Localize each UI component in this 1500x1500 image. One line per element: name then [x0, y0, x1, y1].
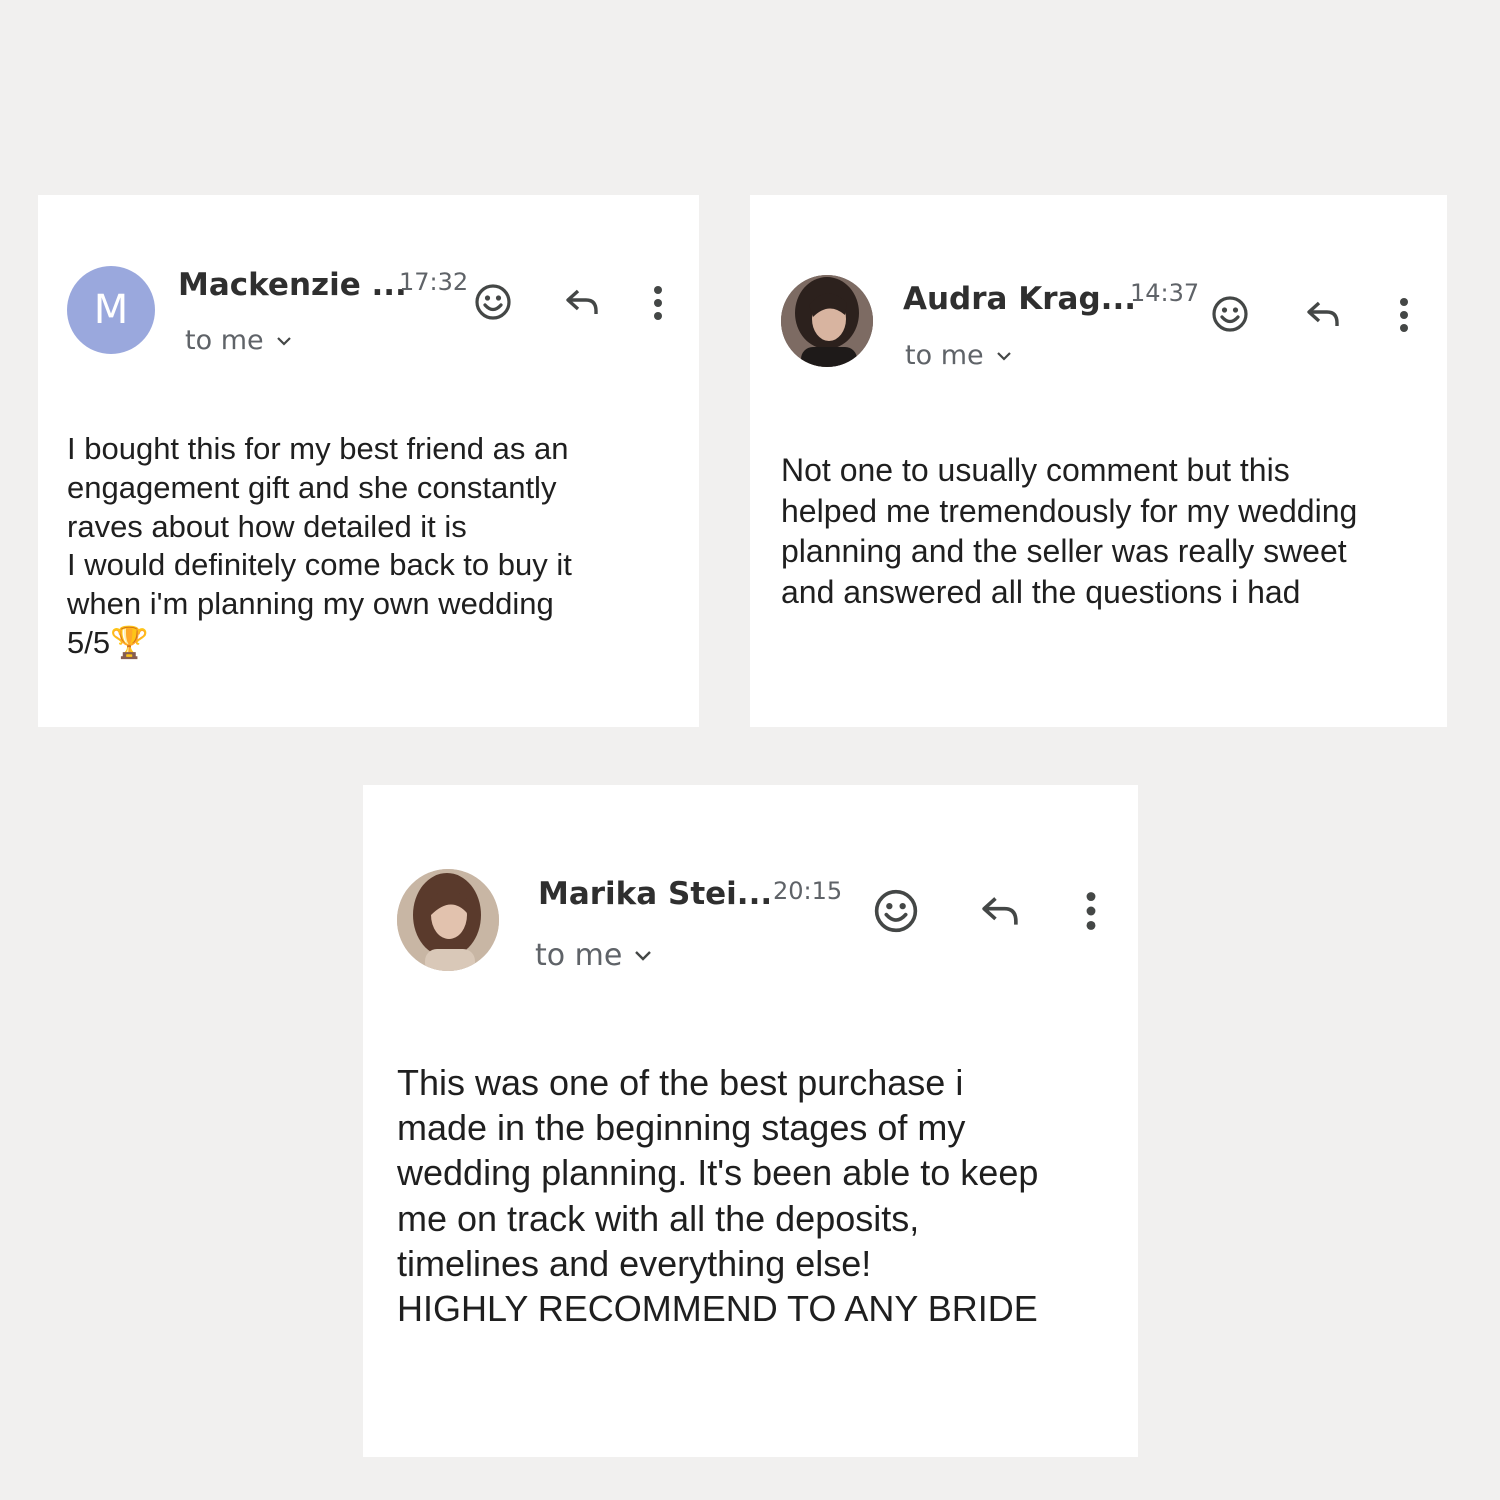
sender-name[interactable]: Marika Stei... [538, 876, 772, 912]
recipient-toggle[interactable]: to me [535, 938, 652, 973]
message-time: 20:15 [773, 877, 843, 905]
reply-icon[interactable] [1305, 299, 1341, 329]
sender-avatar[interactable] [397, 869, 499, 971]
message-time: 14:37 [1130, 279, 1200, 307]
more-options-icon[interactable] [651, 285, 665, 321]
message-body: I bought this for my best friend as an e… [67, 431, 572, 660]
sender-avatar[interactable] [781, 275, 873, 367]
avatar-letter: M [93, 287, 129, 333]
review-card-2: Audra Krag... 14:37 to me Not one to usu… [750, 195, 1447, 727]
chevron-down-icon [996, 351, 1011, 361]
recipient-toggle[interactable]: to me [185, 325, 292, 356]
sender-name[interactable]: Audra Krag... [903, 281, 1136, 317]
more-options-icon[interactable] [1397, 297, 1411, 333]
emoji-react-icon[interactable] [873, 888, 919, 934]
chevron-down-icon [635, 951, 652, 961]
message-time: 17:32 [399, 268, 469, 296]
recipient-label: to me [535, 938, 623, 973]
more-options-icon[interactable] [1083, 891, 1099, 931]
recipient-toggle[interactable]: to me [905, 340, 1012, 371]
reply-icon[interactable] [564, 287, 600, 317]
review-card-1: M Mackenzie ... 17:32 to me I bought thi… [38, 195, 699, 727]
emoji-react-icon[interactable] [474, 283, 512, 321]
review-card-3: Marika Stei... 20:15 to me This was one … [363, 785, 1138, 1457]
reply-icon[interactable] [979, 894, 1021, 928]
sender-name[interactable]: Mackenzie ... [178, 267, 407, 303]
profile-photo [781, 275, 873, 367]
message-body: This was one of the best purchase i made… [397, 1062, 1039, 1330]
profile-photo [397, 869, 499, 971]
sender-avatar[interactable]: M [67, 266, 155, 354]
message-body: Not one to usually comment but this help… [781, 452, 1358, 610]
emoji-react-icon[interactable] [1211, 295, 1249, 333]
recipient-label: to me [905, 340, 984, 371]
chevron-down-icon [276, 336, 291, 346]
recipient-label: to me [185, 325, 264, 356]
